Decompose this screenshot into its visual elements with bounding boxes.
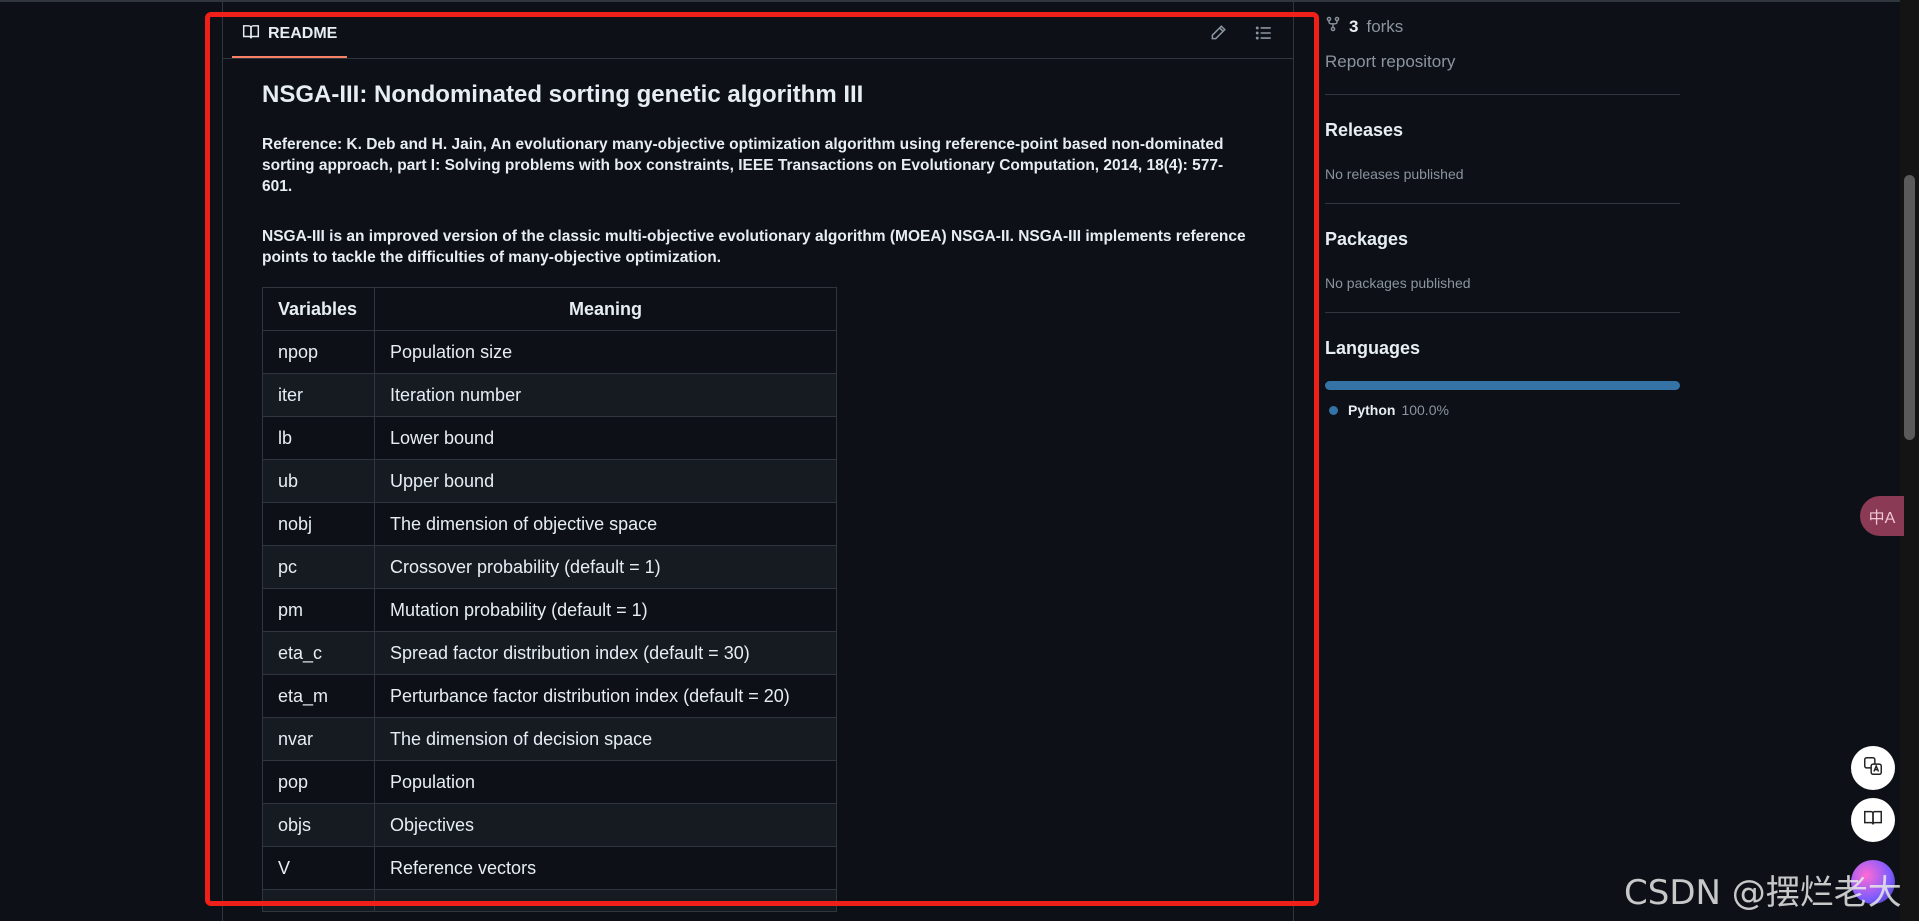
variable-cell: objs <box>262 803 375 847</box>
variable-cell: eta_m <box>262 674 375 718</box>
table-row-partial <box>262 889 837 912</box>
table-row: eta_m Perturbance factor distribution ind… <box>262 674 837 718</box>
variable-cell: nobj <box>262 502 375 546</box>
table-header-row: Variables Meaning <box>262 287 837 331</box>
table-row: objs Objectives <box>262 803 837 847</box>
variable-cell: lb <box>262 416 375 460</box>
table-row: iter Iteration number <box>262 373 837 417</box>
translate-page-button[interactable] <box>1851 746 1895 790</box>
variable-cell: eta_c <box>262 631 375 675</box>
meaning-cell: The dimension of decision space <box>374 717 837 761</box>
meaning-cell: Objectives <box>374 803 837 847</box>
readme-content: NSGA-III: Nondominated sorting genetic a… <box>262 68 1262 912</box>
divider <box>1325 203 1680 204</box>
scrollbar-thumb[interactable] <box>1904 175 1915 440</box>
meaning-cell: Population <box>374 760 837 804</box>
report-repository-link[interactable]: Report repository <box>1325 52 1455 72</box>
table-row: nvar The dimension of decision space <box>262 717 837 761</box>
variable-cell: V <box>262 846 375 890</box>
variable-cell: pm <box>262 588 375 632</box>
packages-empty: No packages published <box>1325 275 1471 291</box>
table-row: lb Lower bound <box>262 416 837 460</box>
table-row: eta_c Spread factor distribution index (d… <box>262 631 837 675</box>
table-row: pop Population <box>262 760 837 804</box>
table-row: V Reference vectors <box>262 846 837 890</box>
meaning-cell: Lower bound <box>374 416 837 460</box>
edit-button[interactable] <box>1204 21 1232 49</box>
forks-label: forks <box>1366 16 1404 36</box>
table-row: pm Mutation probability (default = 1) <box>262 588 837 632</box>
variable-cell: nvar <box>262 717 375 761</box>
table-row: pc Crossover probability (default = 1) <box>262 545 837 589</box>
table-row: npop Population size <box>262 330 837 374</box>
meaning-cell: Mutation probability (default = 1) <box>374 588 837 632</box>
book-icon <box>242 23 260 46</box>
readme-tab[interactable]: README <box>232 12 348 58</box>
translate-glyph: 中A <box>1868 510 1896 527</box>
variable-cell: pop <box>262 760 375 804</box>
meaning-cell: Upper bound <box>374 459 837 503</box>
table-row: ub Upper bound <box>262 459 837 503</box>
language-bar <box>1325 381 1680 390</box>
fork-icon <box>1325 16 1341 37</box>
readme-header: README <box>222 12 1294 59</box>
language-item-python[interactable]: Python 100.0% <box>1329 402 1449 418</box>
divider <box>1325 312 1680 313</box>
divider <box>1325 94 1680 95</box>
language-percent: 100.0% <box>1401 402 1449 418</box>
language-name: Python <box>1348 402 1396 418</box>
readme-tab-label: README <box>268 25 338 42</box>
variables-table: Variables Meaning npop Population size it… <box>262 287 837 912</box>
pencil-icon <box>1209 24 1227 47</box>
header-variables: Variables <box>262 287 375 331</box>
variable-cell: ub <box>262 459 375 503</box>
meaning-cell <box>374 889 837 912</box>
meaning-cell: Reference vectors <box>374 846 837 890</box>
variable-cell: pc <box>262 545 375 589</box>
reader-icon <box>1862 807 1884 834</box>
meaning-cell: Perturbance factor distribution index (d… <box>374 674 837 718</box>
description-paragraph: NSGA-III is an improved version of the c… <box>262 228 1246 266</box>
outline-button[interactable] <box>1250 21 1278 49</box>
list-icon <box>1255 24 1273 47</box>
scrollbar-track[interactable] <box>1900 0 1919 921</box>
table-row: nobj The dimension of objective space <box>262 502 837 546</box>
releases-empty: No releases published <box>1325 166 1464 182</box>
variable-cell: iter <box>262 373 375 417</box>
reader-mode-button[interactable] <box>1851 798 1895 842</box>
language-dot <box>1329 405 1338 415</box>
variable-cell: npop <box>262 330 375 374</box>
header-meaning: Meaning <box>374 287 837 331</box>
meaning-cell: Crossover probability (default = 1) <box>374 545 837 589</box>
reference-paragraph: Reference: K. Deb and H. Jain, An evolut… <box>262 136 1224 195</box>
translate-icon <box>1862 755 1884 782</box>
csdn-watermark: CSDN @摆烂老大 <box>1624 873 1902 913</box>
readme-title: NSGA-III: Nondominated sorting genetic a… <box>262 81 864 108</box>
variable-cell <box>262 889 375 912</box>
forks-count: 3 <box>1349 16 1359 36</box>
forks-link[interactable]: 3 forks <box>1325 16 1403 37</box>
translate-float-button[interactable]: 中A <box>1860 496 1904 536</box>
meaning-cell: The dimension of objective space <box>374 502 837 546</box>
releases-title[interactable]: Releases <box>1325 120 1403 141</box>
packages-title[interactable]: Packages <box>1325 229 1408 250</box>
meaning-cell: Population size <box>374 330 837 374</box>
languages-title: Languages <box>1325 338 1421 358</box>
meaning-cell: Spread factor distribution index (defaul… <box>374 631 837 675</box>
meaning-cell: Iteration number <box>374 373 837 417</box>
